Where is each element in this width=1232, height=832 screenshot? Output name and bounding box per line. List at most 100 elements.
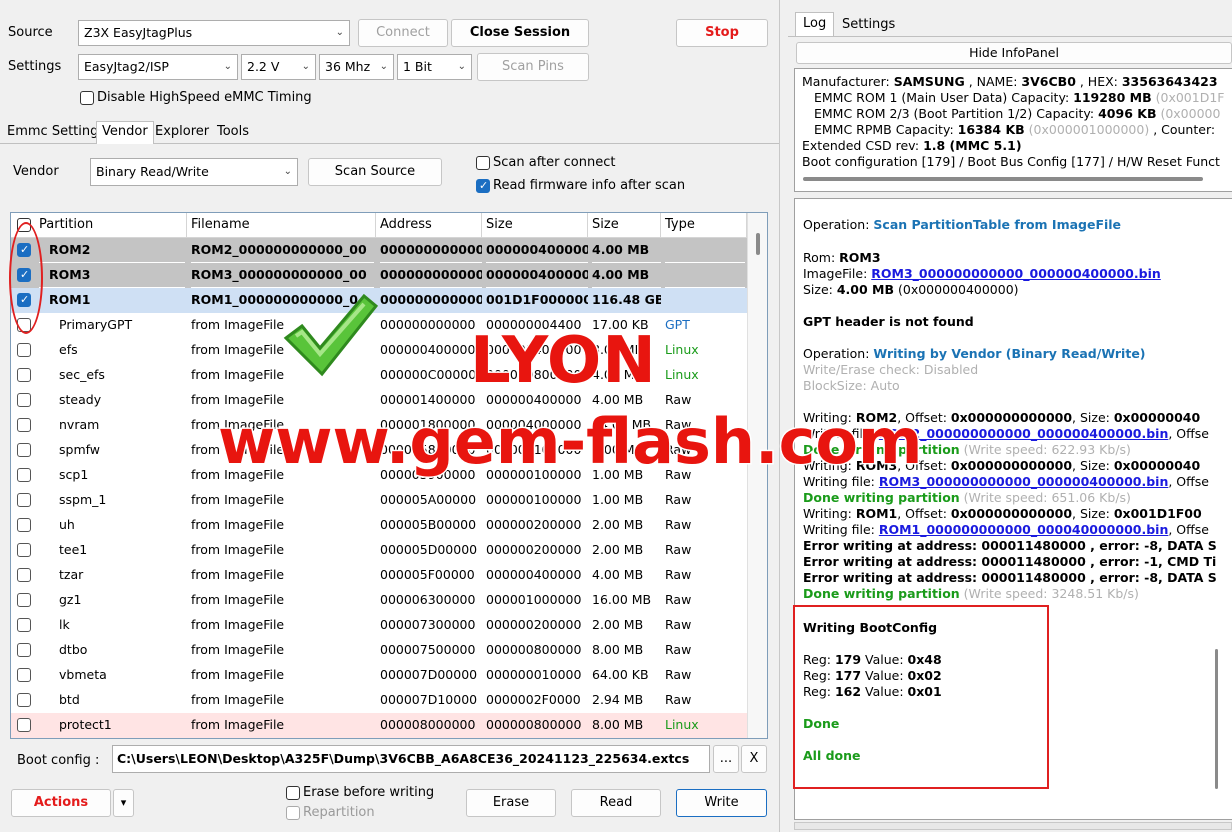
row-checkbox[interactable] bbox=[17, 618, 31, 632]
cell-type bbox=[665, 288, 745, 313]
repartition-checkbox[interactable] bbox=[286, 806, 300, 820]
table-row[interactable]: tee1 from ImageFile 000005D00000 0000002000… bbox=[11, 538, 747, 563]
cell-partition: efs bbox=[59, 342, 78, 357]
clock-select[interactable]: 36 Mhz ⌄ bbox=[319, 54, 394, 80]
cell-partition: ROM1 bbox=[49, 292, 91, 307]
tab-right-settings[interactable]: Settings bbox=[837, 15, 900, 37]
clear-boot-config-button[interactable]: X bbox=[741, 745, 767, 773]
log-scrollbar-thumb[interactable] bbox=[1215, 649, 1218, 789]
read-fw-info-checkbox[interactable] bbox=[476, 179, 490, 193]
chevron-down-icon: ⌄ bbox=[335, 27, 344, 38]
boot-config-path-field[interactable]: C:\Users\LEON\Desktop\A325F\Dump\3V6CBB_… bbox=[112, 745, 710, 773]
cell-size-hex: 000000010000 bbox=[486, 667, 582, 682]
row-checkbox[interactable] bbox=[17, 393, 31, 407]
table-row[interactable]: ROM3ROM3_000000000000_000000000000000000… bbox=[11, 263, 747, 288]
cell-partition: lk bbox=[59, 617, 70, 632]
source-select[interactable]: Z3X EasyJtagPlus ⌄ bbox=[78, 20, 350, 46]
row-checkbox[interactable] bbox=[17, 668, 31, 682]
browse-button[interactable]: ... bbox=[713, 745, 739, 773]
row-checkbox[interactable] bbox=[17, 368, 31, 382]
header-address[interactable]: Address bbox=[376, 213, 482, 238]
scrollbar-thumb[interactable] bbox=[756, 233, 760, 255]
table-row[interactable]: dtbo from ImageFile 000007500000 0000008000… bbox=[11, 638, 747, 663]
close-session-button[interactable]: Close Session bbox=[451, 19, 589, 47]
row-checkbox[interactable] bbox=[17, 593, 31, 607]
voltage-select[interactable]: 2.2 V ⌄ bbox=[241, 54, 316, 80]
row-checkbox[interactable] bbox=[17, 418, 31, 432]
cell-address: 000000400000 bbox=[380, 342, 476, 357]
erase-before-writing-checkbox[interactable] bbox=[286, 786, 300, 800]
cell-address: 000007D10000 bbox=[380, 692, 478, 707]
row-checkbox[interactable] bbox=[17, 343, 31, 357]
row-checkbox[interactable] bbox=[17, 518, 31, 532]
info-csd: Extended CSD rev: 1.8 (MMC 5.1) bbox=[802, 138, 1022, 153]
cell-filename: from ImageFile bbox=[191, 617, 285, 632]
log-done-rom1: Done writing partition (Write speed: 324… bbox=[803, 586, 1139, 601]
header-size-hex[interactable]: Size bbox=[482, 213, 588, 238]
row-checkbox[interactable] bbox=[17, 693, 31, 707]
table-row[interactable]: uh from ImageFile 000005B00000 000000200000… bbox=[11, 513, 747, 538]
cell-partition: steady bbox=[59, 392, 102, 407]
read-fw-info-label: Read firmware info after scan bbox=[493, 178, 686, 193]
log-error-2: Error writing at address: 000011480000 ,… bbox=[803, 554, 1217, 569]
row-checkbox[interactable] bbox=[17, 443, 31, 457]
actions-dropdown-button[interactable]: ▾ bbox=[113, 789, 134, 817]
row-checkbox[interactable] bbox=[17, 643, 31, 657]
bits-select[interactable]: 1 Bit ⌄ bbox=[397, 54, 472, 80]
cell-address: 000006300000 bbox=[380, 592, 476, 607]
scan-after-connect-checkbox[interactable] bbox=[476, 156, 490, 170]
cell-size-hex: 000000200000 bbox=[486, 542, 582, 557]
header-filename[interactable]: Filename bbox=[187, 213, 376, 238]
row-checkbox[interactable] bbox=[17, 543, 31, 557]
tab-vendor[interactable]: Vendor bbox=[96, 121, 154, 144]
cell-partition: uh bbox=[59, 517, 75, 532]
info-rpmb: EMMC RPMB Capacity: 16384 KB (0x00000100… bbox=[814, 122, 1216, 137]
vendor-select[interactable]: Binary Read/Write ⌄ bbox=[90, 158, 298, 186]
log-imagefile: ImageFile: ROM3_000000000000_00000040000… bbox=[803, 266, 1161, 281]
table-row[interactable]: ROM1ROM1_000000000000_0000000000000001D1… bbox=[11, 288, 747, 313]
connect-button[interactable]: Connect bbox=[358, 19, 448, 47]
hide-infopanel-button[interactable]: Hide InfoPanel bbox=[796, 42, 1232, 64]
header-size[interactable]: Size bbox=[588, 213, 661, 238]
cell-type: Raw bbox=[665, 667, 692, 682]
cell-filename: from ImageFile bbox=[191, 542, 285, 557]
row-checkbox[interactable] bbox=[17, 493, 31, 507]
cell-partition: scp1 bbox=[59, 467, 89, 482]
header-partition[interactable]: Partition bbox=[11, 213, 187, 238]
tab-log[interactable]: Log bbox=[795, 12, 835, 37]
row-checkbox[interactable] bbox=[17, 718, 31, 732]
table-row[interactable]: btd from ImageFile 000007D10000 0000002F000… bbox=[11, 688, 747, 713]
tab-tools[interactable]: Tools bbox=[212, 122, 254, 144]
info-rom23: EMMC ROM 2/3 (Boot Partition 1/2) Capaci… bbox=[814, 106, 1221, 121]
scan-source-button[interactable]: Scan Source bbox=[308, 158, 442, 186]
cell-size: 2.00 MB bbox=[592, 617, 644, 632]
cell-size: 1.00 MB bbox=[592, 492, 644, 507]
table-row[interactable]: ROM2ROM2_000000000000_000000000000000000… bbox=[11, 238, 747, 263]
tab-explorer[interactable]: Explorer bbox=[150, 122, 214, 144]
actions-button[interactable]: Actions bbox=[11, 789, 111, 817]
row-checkbox[interactable] bbox=[17, 468, 31, 482]
cell-partition: ROM2 bbox=[39, 238, 185, 263]
cell-filename: from ImageFile bbox=[191, 717, 285, 732]
info-hscrollbar[interactable] bbox=[803, 177, 1203, 181]
table-row[interactable]: lk from ImageFile 000007300000 000000200000… bbox=[11, 613, 747, 638]
header-type[interactable]: Type bbox=[661, 213, 747, 238]
write-button[interactable]: Write bbox=[676, 789, 767, 817]
disable-hs-checkbox[interactable] bbox=[80, 91, 94, 105]
log-gpt: GPT header is not found bbox=[803, 314, 974, 329]
stop-button[interactable]: Stop bbox=[676, 19, 768, 47]
scan-pins-button[interactable]: Scan Pins bbox=[477, 53, 589, 81]
cell-address: 000000000000 bbox=[380, 263, 482, 288]
cell-filename: from ImageFile bbox=[191, 667, 285, 682]
table-row[interactable]: vbmeta from ImageFile 000007D00000 00000001… bbox=[11, 663, 747, 688]
row-checkbox[interactable] bbox=[17, 568, 31, 582]
tab-emmc-settings[interactable]: Emmc Settings bbox=[2, 122, 110, 144]
table-row[interactable]: sspm_1 from ImageFile 000005A00000 00000010… bbox=[11, 488, 747, 513]
cell-size: 2.00 MB bbox=[592, 517, 644, 532]
table-row[interactable]: gz1 from ImageFile 000006300000 00000100000… bbox=[11, 588, 747, 613]
erase-button[interactable]: Erase bbox=[466, 789, 556, 817]
table-row[interactable]: protect1 from ImageFile 000008000000 000000… bbox=[11, 713, 747, 738]
interface-select[interactable]: EasyJtag2/ISP ⌄ bbox=[78, 54, 238, 80]
table-row[interactable]: tzar from ImageFile 000005F00000 0000004000… bbox=[11, 563, 747, 588]
read-button[interactable]: Read bbox=[571, 789, 661, 817]
